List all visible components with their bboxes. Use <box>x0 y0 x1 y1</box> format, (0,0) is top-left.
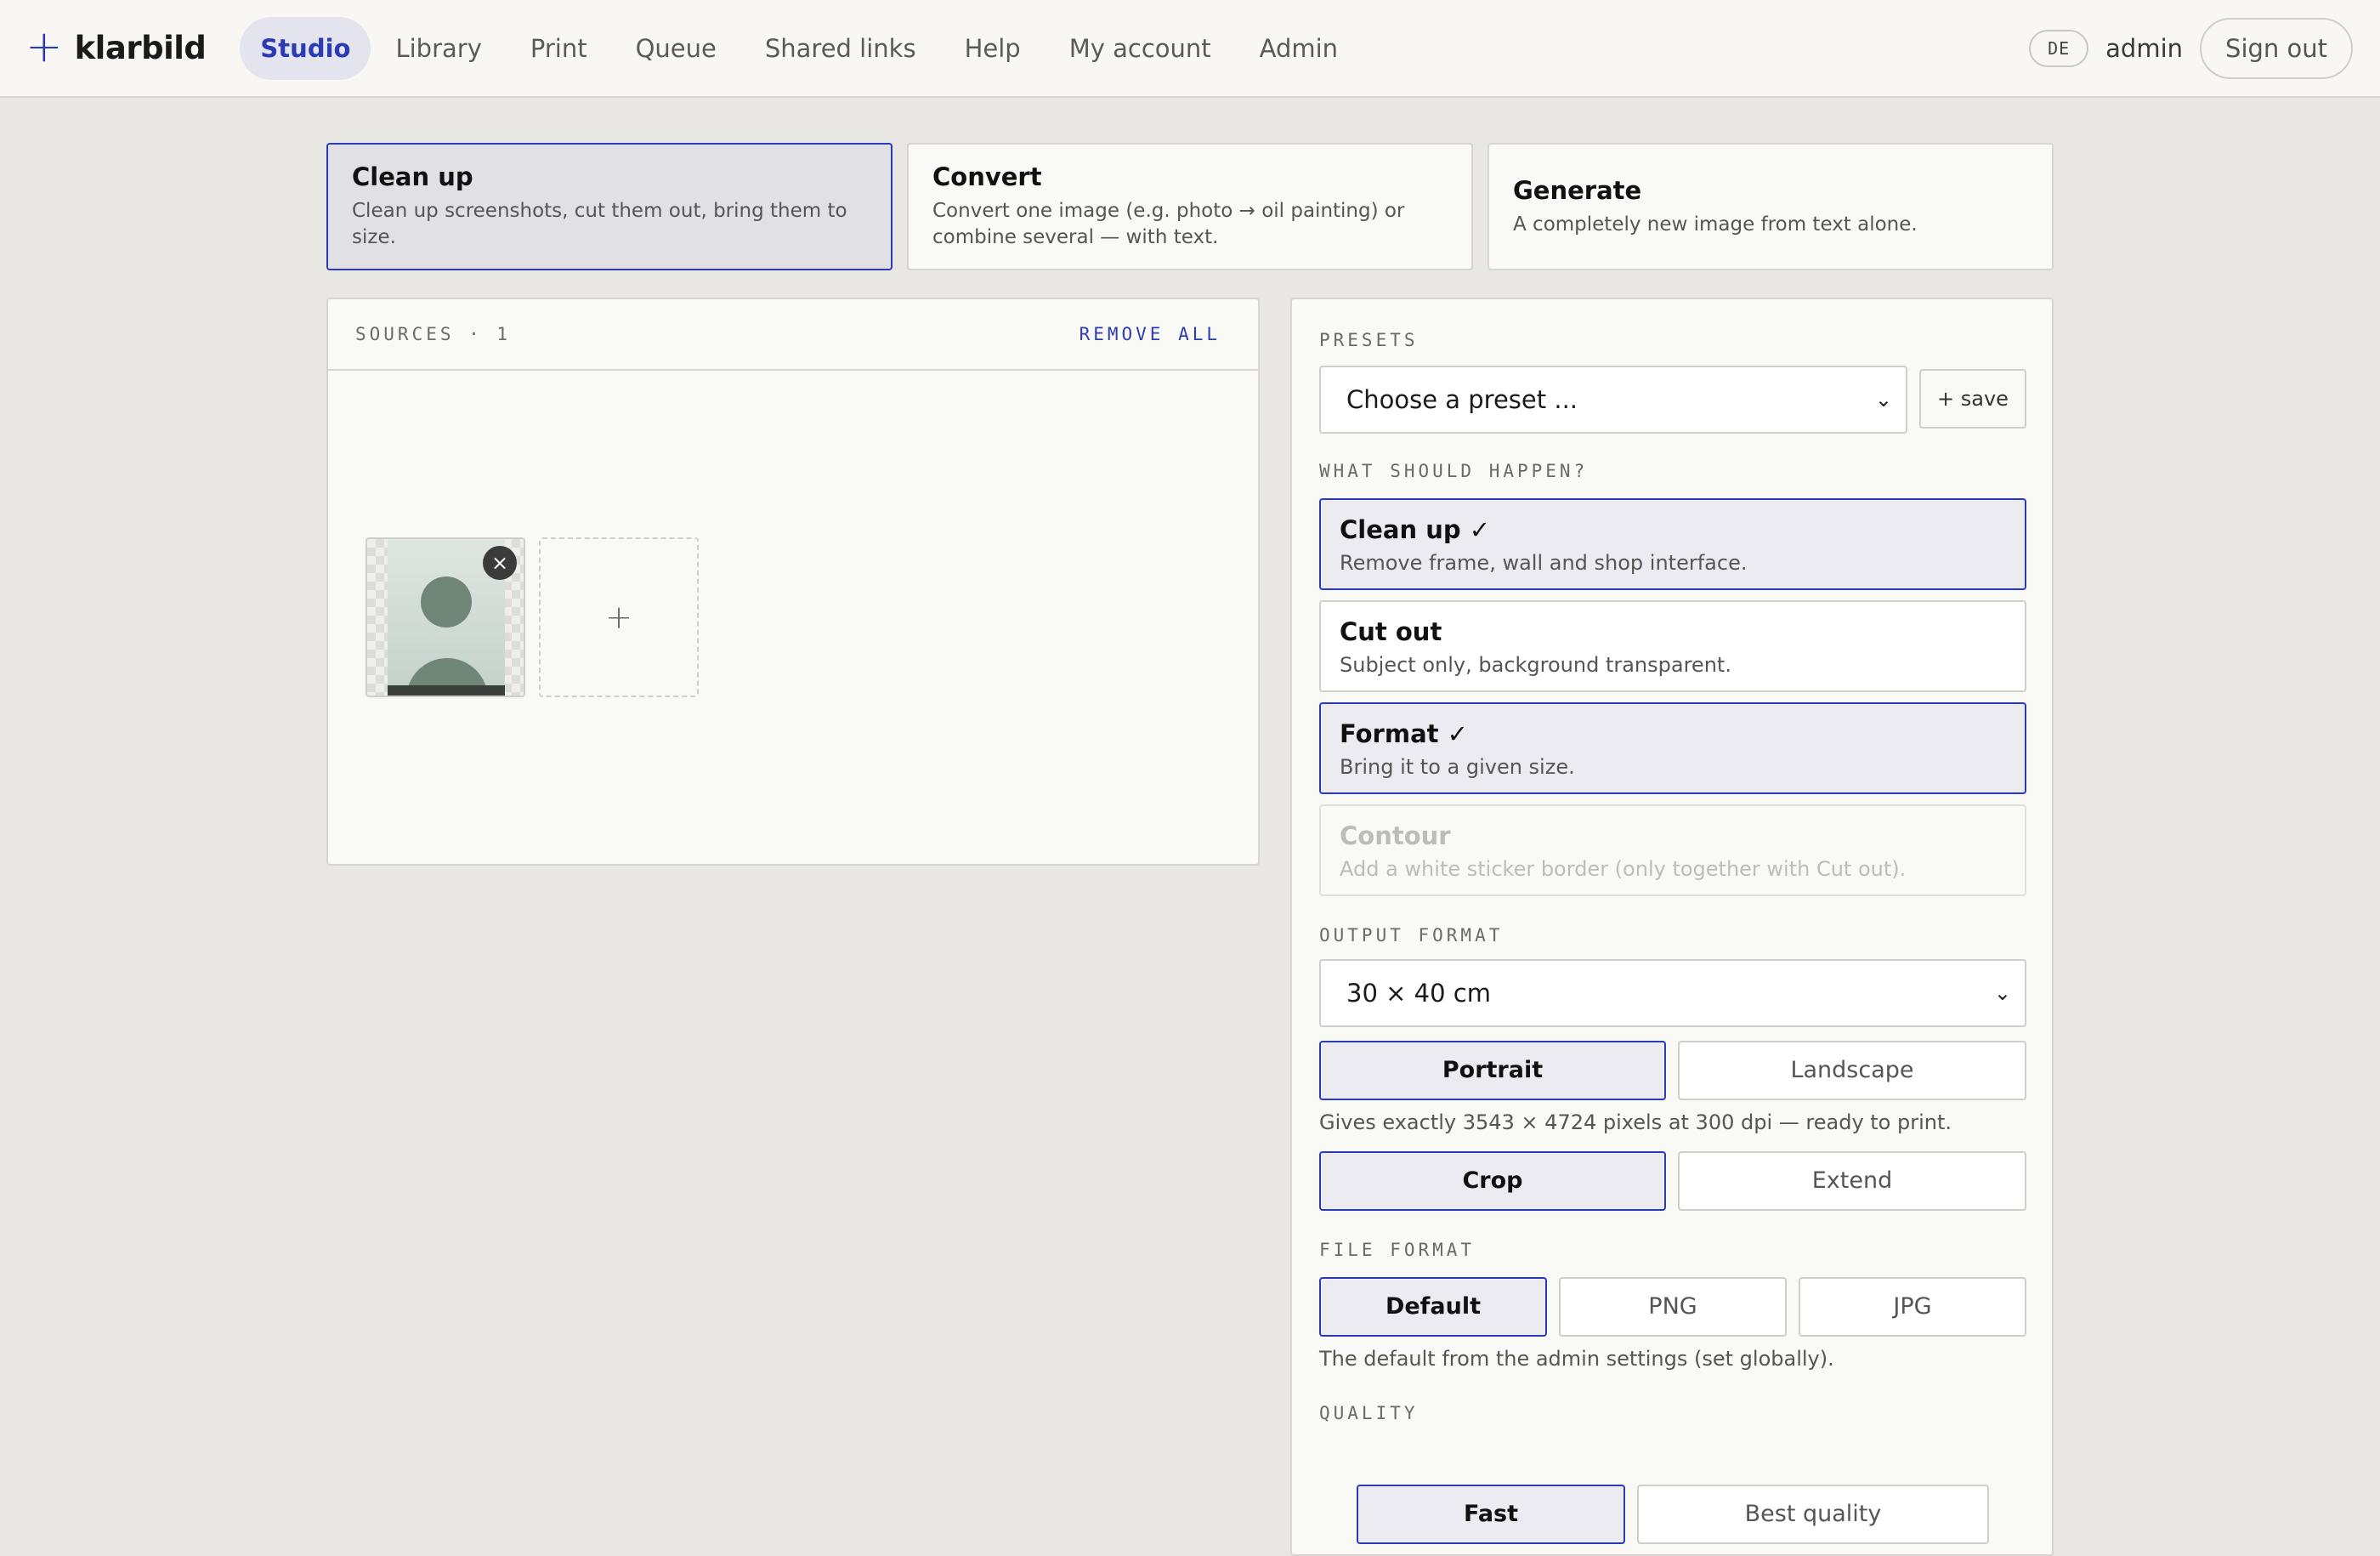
option-description: Subject only, background transparent. <box>1340 653 1731 677</box>
output-format-label: OUTPUT FORMAT <box>1319 925 1504 946</box>
option-title: Clean up ✓ <box>1340 515 1491 544</box>
mode-generate[interactable]: Generate A completely new image from tex… <box>1488 143 2054 270</box>
output-format-value: 30 × 40 cm <box>1346 979 1491 1008</box>
file-format-png-button[interactable]: PNG <box>1559 1277 1787 1337</box>
language-toggle[interactable]: DE <box>2029 29 2089 67</box>
user-area: DE admin Sign out <box>2029 0 2353 96</box>
nav-print[interactable]: Print <box>507 17 611 80</box>
file-format-label: FILE FORMAT <box>1319 1240 1476 1260</box>
landscape-button[interactable]: Landscape <box>1678 1041 2026 1100</box>
brand[interactable]: + klarbild <box>26 20 207 72</box>
nav-shared-links[interactable]: Shared links <box>741 17 940 80</box>
option-description: Bring it to a given size. <box>1340 755 1575 779</box>
nav-my-account[interactable]: My account <box>1046 17 1235 80</box>
file-format-default-button[interactable]: Default <box>1319 1277 1547 1337</box>
remove-source-icon[interactable]: × <box>483 546 517 580</box>
option-description: Add a white sticker border (only togethe… <box>1340 857 1907 881</box>
option-contour: Contour Add a white sticker border (only… <box>1319 804 2026 896</box>
option-title: Contour <box>1340 821 1451 850</box>
chevron-down-icon: ⌄ <box>1874 388 1892 412</box>
settings-panel: PRESETS Choose a preset ... ⌄ + save WHA… <box>1290 298 2054 1556</box>
nav-help[interactable]: Help <box>941 17 1045 80</box>
source-thumbnails: × + <box>366 537 699 697</box>
sign-out-button[interactable]: Sign out <box>2200 17 2353 79</box>
top-bar: + klarbild Studio Library Print Queue Sh… <box>0 0 2380 98</box>
person-head-shape <box>421 576 472 628</box>
mode-description: Convert one image (e.g. photo → oil pain… <box>932 200 1405 248</box>
mode-description: A completely new image from text alone. <box>1513 213 1918 236</box>
username: admin <box>2105 33 2184 63</box>
remove-all-button[interactable]: REMOVE ALL <box>1080 324 1221 344</box>
main-nav: Studio Library Print Queue Shared links … <box>240 16 1363 80</box>
option-title: Cut out <box>1340 617 1442 646</box>
extend-button[interactable]: Extend <box>1678 1151 2026 1211</box>
sources-header: SOURCES · 1 REMOVE ALL <box>328 299 1258 371</box>
file-format-hint: The default from the admin settings (set… <box>1319 1347 1834 1371</box>
mode-title: Clean up <box>352 162 473 191</box>
crop-button[interactable]: Crop <box>1319 1151 1666 1211</box>
quality-best-button[interactable]: Best quality <box>1637 1485 1989 1544</box>
mode-title: Generate <box>1513 175 1642 205</box>
brand-name: klarbild <box>74 30 207 66</box>
presets-label: PRESETS <box>1319 330 1419 350</box>
preset-select-value: Choose a preset ... <box>1346 385 1578 414</box>
what-should-happen-label: WHAT SHOULD HAPPEN? <box>1319 461 1589 481</box>
mode-clean-up[interactable]: Clean up Clean up screenshots, cut them … <box>326 143 892 270</box>
preset-select[interactable]: Choose a preset ... ⌄ <box>1319 366 1907 434</box>
option-clean-up[interactable]: Clean up ✓ Remove frame, wall and shop i… <box>1319 498 2026 590</box>
nav-studio[interactable]: Studio <box>240 16 371 80</box>
file-format-jpg-button[interactable]: JPG <box>1799 1277 2026 1337</box>
option-description: Remove frame, wall and shop interface. <box>1340 551 1748 575</box>
sources-panel: SOURCES · 1 REMOVE ALL × + <box>326 298 1260 866</box>
quality-label: QUALITY <box>1319 1403 1419 1423</box>
chevron-down-icon: ⌄ <box>1993 981 2011 1005</box>
mode-description: Clean up screenshots, cut them out, brin… <box>352 200 847 248</box>
option-title: Format ✓ <box>1340 719 1468 748</box>
save-preset-button[interactable]: + save <box>1919 369 2026 429</box>
portrait-button[interactable]: Portrait <box>1319 1041 1666 1100</box>
nav-library[interactable]: Library <box>371 17 505 80</box>
sources-count: SOURCES · 1 <box>355 324 512 344</box>
output-format-select[interactable]: 30 × 40 cm ⌄ <box>1319 959 2026 1027</box>
nav-queue[interactable]: Queue <box>612 17 740 80</box>
quality-fast-button[interactable]: Fast <box>1357 1485 1625 1544</box>
option-format[interactable]: Format ✓ Bring it to a given size. <box>1319 702 2026 794</box>
add-source-button[interactable]: + <box>539 537 699 697</box>
thumbnail-caption-bar <box>388 685 505 696</box>
output-hint: Gives exactly 3543 × 4724 pixels at 300 … <box>1319 1110 1952 1134</box>
mode-title: Convert <box>932 162 1042 191</box>
mode-selector: Clean up Clean up screenshots, cut them … <box>326 143 2054 270</box>
nav-admin[interactable]: Admin <box>1236 17 1362 80</box>
source-thumbnail[interactable]: × <box>366 537 525 697</box>
mode-convert[interactable]: Convert Convert one image (e.g. photo → … <box>907 143 1473 270</box>
plus-icon: + <box>26 20 63 72</box>
option-cut-out[interactable]: Cut out Subject only, background transpa… <box>1319 600 2026 692</box>
